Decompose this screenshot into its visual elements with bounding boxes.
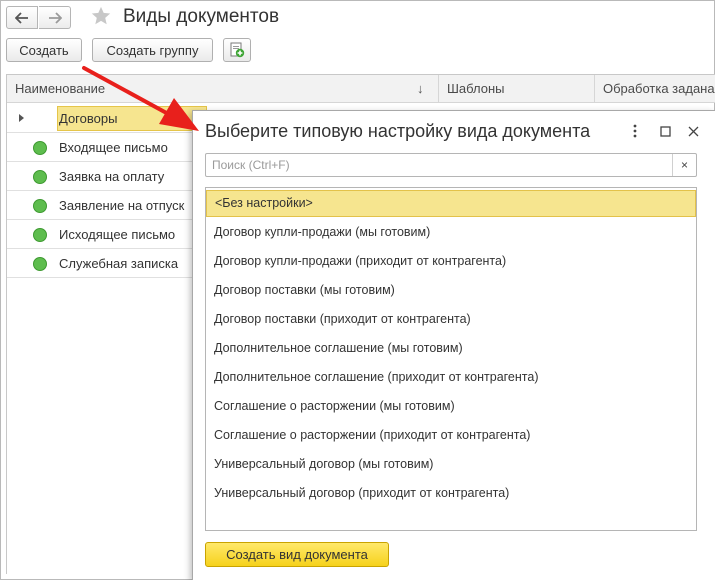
column-header-name[interactable]: Наименование [7, 75, 439, 103]
list-item[interactable]: Дополнительное соглашение (приходит от к… [206, 364, 696, 391]
create-button[interactable]: Создать [6, 38, 82, 62]
maximize-button[interactable] [657, 123, 673, 139]
status-dot-icon [33, 257, 47, 271]
search-input[interactable] [206, 154, 672, 176]
list-item[interactable]: Соглашение о расторжении (приходит от ко… [206, 422, 696, 449]
create-group-button[interactable]: Создать группу [92, 38, 213, 62]
list-item[interactable]: Дополнительное соглашение (мы готовим) [206, 335, 696, 362]
create-document-type-button[interactable]: Создать вид документа [205, 542, 389, 567]
list-item[interactable]: Договор купли-продажи (приходит от контр… [206, 248, 696, 275]
status-dot-icon [33, 170, 47, 184]
table-header: Наименование ↓ Шаблоны Обработка задана [7, 75, 715, 103]
table-row[interactable]: Заявление на отпуск [7, 191, 197, 220]
row-label: Заявление на отпуск [59, 198, 185, 213]
list-item[interactable]: Универсальный договор (мы готовим) [206, 451, 696, 478]
sort-indicator[interactable]: ↓ [417, 75, 424, 103]
forward-button[interactable] [39, 6, 71, 29]
row-label: Договоры [59, 111, 118, 126]
list-item[interactable]: Договор поставки (приходит от контрагент… [206, 306, 696, 333]
back-button[interactable] [6, 6, 38, 29]
status-dot-icon [33, 199, 47, 213]
list-item[interactable]: Универсальный договор (приходит от контр… [206, 480, 696, 507]
table-row[interactable]: Договоры [7, 104, 207, 133]
preset-dialog: Выберите типовую настройку вида документ… [192, 110, 715, 580]
column-header-templates[interactable]: Шаблоны [439, 75, 595, 103]
list-item[interactable]: Договор поставки (мы готовим) [206, 277, 696, 304]
search-box: × [205, 153, 697, 177]
list-item[interactable]: Договор купли-продажи (мы готовим) [206, 219, 696, 246]
dialog-title: Выберите типовую настройку вида документ… [205, 121, 591, 141]
star-icon[interactable] [90, 5, 112, 27]
expand-arrow-icon[interactable] [19, 114, 24, 122]
close-icon [688, 126, 698, 136]
excel-export-button[interactable] [223, 38, 251, 62]
row-label: Заявка на оплату [59, 169, 165, 184]
preset-list[interactable]: <Без настройки> Договор купли-продажи (м… [205, 187, 697, 531]
close-button[interactable] [685, 123, 701, 139]
list-item[interactable]: <Без настройки> [206, 190, 696, 217]
arrow-right-icon [48, 11, 62, 24]
excel-export-icon [230, 42, 245, 58]
row-label: Служебная записка [59, 256, 179, 271]
table-row[interactable]: Заявка на оплату [7, 162, 197, 191]
table-row[interactable]: Входящее письмо [7, 133, 197, 162]
row-label: Исходящее письмо [59, 227, 176, 242]
table-row[interactable]: Служебная записка [7, 249, 197, 278]
list-item[interactable]: Соглашение о расторжении (мы готовим) [206, 393, 696, 420]
more-vertical-icon [633, 124, 637, 138]
arrow-left-icon [15, 11, 28, 24]
more-button[interactable] [627, 123, 643, 139]
column-header-processing[interactable]: Обработка задана [595, 75, 715, 103]
row-label: Входящее письмо [59, 140, 168, 155]
status-dot-icon [33, 141, 47, 155]
search-clear-button[interactable]: × [672, 154, 696, 176]
page-title: Виды документов [123, 6, 280, 27]
status-dot-icon [33, 228, 47, 242]
table-row[interactable]: Исходящее письмо [7, 220, 197, 249]
maximize-icon [659, 125, 671, 137]
